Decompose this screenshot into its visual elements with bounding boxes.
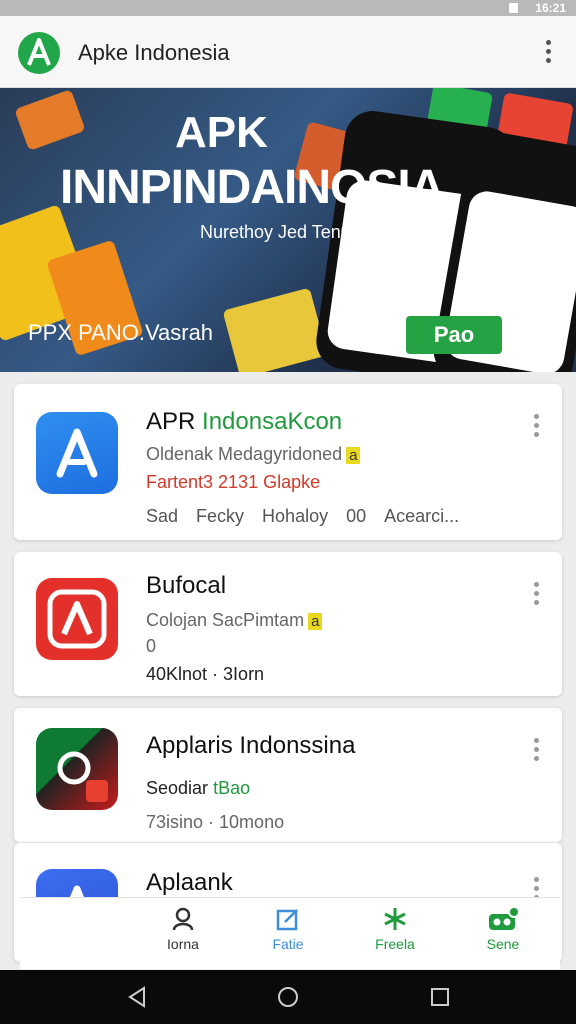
app-developer: Oldenak Medagyridoned a xyxy=(146,444,361,465)
app-card[interactable]: Applaris Indonssina Seodiar tBao 73isino… xyxy=(14,708,562,842)
app-meta: 0 xyxy=(146,636,157,656)
app-title: Bufocal xyxy=(146,572,227,599)
app-developer: Seodiar tBao xyxy=(146,778,251,798)
app-logo-icon xyxy=(18,32,60,74)
overflow-menu-icon[interactable] xyxy=(536,40,560,68)
app-title: Aplaank xyxy=(146,869,233,896)
app-meta: Fartent3 2131 Glapke xyxy=(146,472,321,492)
recents-icon[interactable] xyxy=(428,985,452,1009)
comment-stat: 00 xyxy=(346,506,367,526)
nav-games[interactable]: Sene xyxy=(458,906,548,952)
bottom-nav: Iorna Fatie Freela Sene xyxy=(20,897,560,969)
gamepad-icon xyxy=(458,906,548,936)
app-stats: 73isino · 10mono xyxy=(146,812,285,832)
hero-subtitle: Nurethoy Jed Ten00 xyxy=(200,222,361,242)
like-stat: Sad xyxy=(146,506,179,526)
app-developer: Colojan SacPimtam a xyxy=(146,610,323,631)
app-title: Applaris Indonssina xyxy=(146,732,356,759)
hero-tagline: PPX PANO.Vasrah xyxy=(28,320,214,345)
hero-badge[interactable]: Pao xyxy=(406,316,502,354)
person-icon xyxy=(138,906,228,936)
app-card[interactable]: Bufocal Colojan SacPimtam a 0 40Klnot · 3… xyxy=(14,552,562,696)
nav-freela[interactable]: Freela xyxy=(350,906,440,952)
home-icon[interactable] xyxy=(276,985,300,1009)
stat-row: Sad Fecky Hohaloy 00 Acearci... xyxy=(146,506,459,527)
back-icon[interactable] xyxy=(126,985,150,1009)
card-overflow-icon[interactable] xyxy=(530,738,542,766)
app-bar: Apke Indonesia xyxy=(0,16,576,88)
status-time: 16:21 xyxy=(535,1,566,15)
app-title: Apke Indonesia xyxy=(78,40,230,65)
stat-item: Hohaloy xyxy=(262,506,329,526)
edit-icon xyxy=(243,906,333,936)
app-card[interactable]: APR IndonsaKcon Oldenak Medagyridoned a F… xyxy=(14,384,562,540)
app-icon xyxy=(36,412,118,494)
system-nav-bar xyxy=(0,970,576,1024)
app-stats: 40Klnot · 3Iorn xyxy=(146,664,265,684)
star-icon xyxy=(350,906,440,936)
app-icon xyxy=(36,728,118,810)
status-bar: 16:21 xyxy=(0,0,576,16)
app-title: APR IndonsaKcon xyxy=(146,408,343,435)
battery-icon xyxy=(509,3,518,13)
stat-item: Acearci... xyxy=(384,506,460,526)
card-overflow-icon[interactable] xyxy=(530,414,542,442)
stat-item: Fecky xyxy=(196,506,245,526)
nav-edit[interactable]: Fatie xyxy=(243,906,333,952)
nav-home[interactable]: Iorna xyxy=(138,906,228,952)
app-icon xyxy=(36,578,118,660)
hero-banner[interactable]: APK INNPINDAINOSIA Nurethoy Jed Ten00 PP… xyxy=(0,88,576,372)
card-overflow-icon[interactable] xyxy=(530,582,542,610)
hero-title-line2: INNPINDAINOSIA xyxy=(60,161,444,214)
hero-title-line1: APK xyxy=(175,108,268,157)
